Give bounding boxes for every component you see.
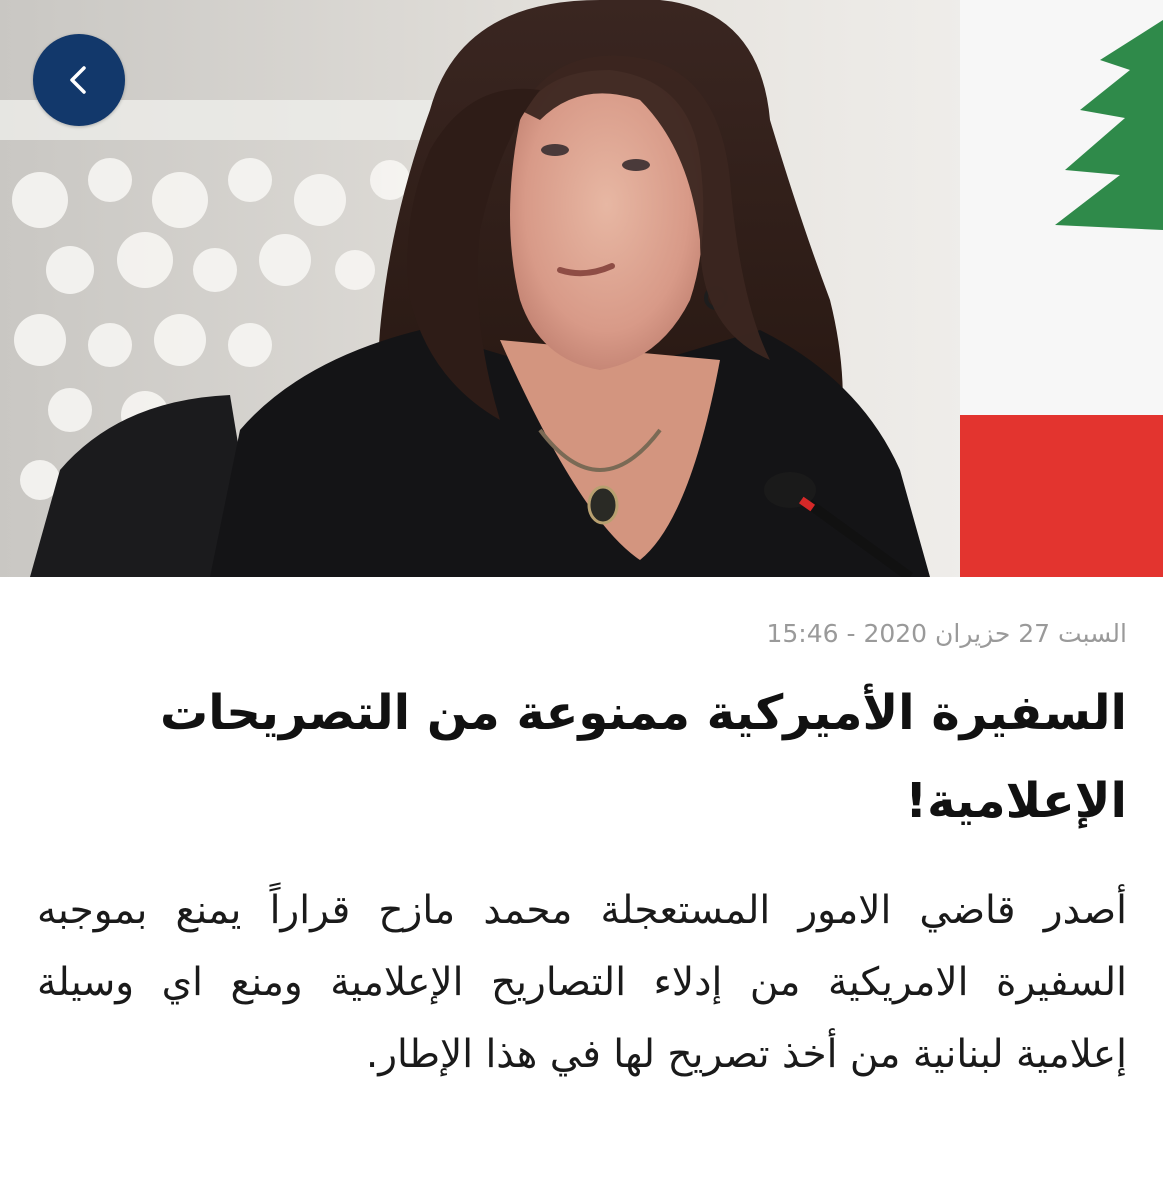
back-button[interactable] xyxy=(33,34,125,126)
article-body: أصدر قاضي الامور المستعجلة محمد مازح قرا… xyxy=(37,888,1127,1077)
article-hero-image xyxy=(0,0,1163,577)
article-headline: السفيرة الأميركية ممنوعة من التصريحات ال… xyxy=(160,685,1127,829)
hero-photo xyxy=(0,0,1163,577)
article-dateline: السبت 27 حزيران 2020 - 15:46 xyxy=(766,619,1127,648)
article-content: السبت 27 حزيران 2020 - 15:46 السفيرة الأ… xyxy=(0,577,1163,1200)
chevron-left-icon xyxy=(70,66,86,94)
